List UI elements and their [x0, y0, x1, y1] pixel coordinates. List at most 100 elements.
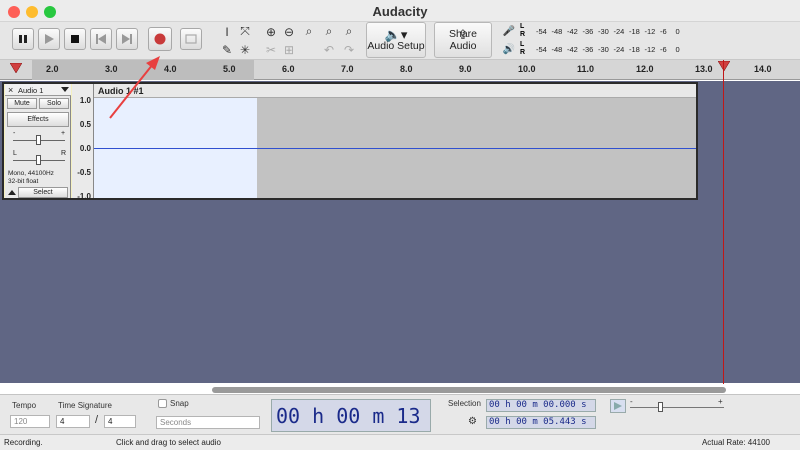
play-at-speed-icon	[614, 402, 622, 410]
audio-setup-button[interactable]: 🔈▾ Audio Setup	[366, 22, 426, 58]
record-button[interactable]	[148, 27, 172, 51]
pan-slider-thumb[interactable]	[36, 155, 41, 165]
zoom-out-icon[interactable]: ⊖	[280, 23, 298, 40]
play-speed-slider[interactable]	[630, 407, 724, 408]
meter-tick: -36	[582, 45, 594, 54]
silence-icon[interactable]: ⊞	[280, 41, 298, 58]
zoom-in-icon[interactable]: ⊕	[262, 23, 280, 40]
pause-button[interactable]	[12, 28, 34, 50]
skip-start-button[interactable]	[90, 28, 112, 50]
select-button[interactable]: Select	[18, 187, 68, 198]
selection-label: Selection	[448, 399, 481, 408]
play-button[interactable]	[38, 28, 60, 50]
fit-selection-icon[interactable]: ⌕	[300, 23, 318, 40]
play-meter-left: L	[520, 41, 525, 48]
ruler-tick: 14.0	[754, 64, 772, 74]
skip-end-button[interactable]	[116, 28, 138, 50]
microphone-icon[interactable]: 🎤	[502, 24, 516, 38]
mute-button[interactable]: Mute	[7, 98, 37, 109]
time-display[interactable]: 00 h 00 m 13 s	[271, 399, 431, 450]
speed-plus-label: +	[718, 397, 723, 406]
meter-tick: -36	[582, 27, 594, 36]
meter-tick: -42	[567, 27, 578, 36]
collapse-icon[interactable]	[8, 190, 16, 195]
selection-tool-icon[interactable]: I	[218, 23, 236, 40]
snap-label: Snap	[170, 399, 189, 408]
envelope-tool-icon[interactable]: ⤧	[236, 23, 254, 40]
track-close-button[interactable]: ×	[8, 85, 13, 95]
status-rate: Actual Rate: 44100	[701, 438, 770, 447]
snap-unit-select[interactable]: Seconds	[156, 416, 260, 429]
play-speed-thumb[interactable]	[658, 402, 663, 412]
waveform[interactable]	[94, 98, 696, 198]
speaker-meter-icon[interactable]: 🔊	[502, 42, 516, 56]
track-control-panel[interactable]: × Audio 1 Mute Solo Effects - + L R Mono…	[5, 84, 71, 198]
title-bar: Audacity	[0, 0, 800, 22]
pan-right-label: R	[61, 150, 67, 157]
meter-tick: -54	[536, 45, 547, 54]
clip-header[interactable]: Audio 1 #1	[94, 84, 696, 98]
fit-project-icon[interactable]: ⌕	[320, 23, 338, 40]
trim-icon[interactable]: ✂	[262, 41, 280, 58]
status-hint: Click and drag to select audio	[116, 438, 221, 447]
record-meter[interactable]: -54 -48 -42 -36 -30 -24 -18 -12 -6 0	[528, 24, 688, 38]
stop-button[interactable]	[64, 28, 86, 50]
ruler-selection	[32, 60, 254, 80]
amplitude-scale[interactable]: 1.0 0.5 0.0 -0.5 -1.0	[72, 84, 94, 201]
meter-tick: -12	[644, 45, 656, 54]
amplitude-tick: -1.0	[77, 192, 91, 201]
ruler-tick: 7.0	[341, 64, 354, 74]
effects-button[interactable]: Effects	[7, 112, 69, 127]
time-signature-denominator[interactable]: 4	[104, 415, 136, 428]
loop-button[interactable]	[180, 28, 202, 50]
meter-tick: -24	[613, 27, 625, 36]
meter-tick: 0	[675, 27, 680, 36]
status-bar: Recording. Click and drag to select audi…	[0, 434, 800, 450]
pan-left-label: L	[13, 150, 17, 157]
meter-tick: -48	[551, 45, 563, 54]
skip-end-icon	[122, 34, 132, 44]
meter-tick: -42	[567, 45, 578, 54]
play-at-speed-button[interactable]	[610, 399, 626, 413]
record-icon	[154, 33, 166, 45]
track-rate-info: Mono, 44100Hz	[8, 170, 54, 177]
track-name[interactable]: Audio 1	[18, 86, 43, 95]
solo-button[interactable]: Solo	[39, 98, 69, 109]
multi-tool-icon[interactable]: ✳	[236, 41, 254, 58]
play-meter-right: R	[520, 49, 526, 56]
record-meter-right: R	[520, 31, 526, 38]
playhead-line	[723, 60, 724, 384]
meter-tick: 0	[675, 45, 680, 54]
zoom-toggle-icon[interactable]: ⌕	[340, 23, 358, 40]
tempo-field[interactable]: 120	[10, 415, 50, 428]
undo-icon[interactable]: ↶	[320, 41, 338, 58]
ruler-tick: 6.0	[282, 64, 295, 74]
time-signature-numerator[interactable]: 4	[56, 415, 90, 428]
skip-start-icon	[96, 34, 106, 44]
draw-tool-icon[interactable]: ✎	[218, 41, 236, 58]
waveform-line	[94, 148, 696, 149]
record-meter-left: L	[520, 23, 525, 30]
horizontal-scrollbar[interactable]	[212, 387, 726, 393]
selection-end-field[interactable]: 00 h 00 m 05.443 s	[486, 416, 596, 429]
audio-track[interactable]: × Audio 1 Mute Solo Effects - + L R Mono…	[2, 82, 698, 201]
tempo-label: Tempo	[12, 401, 37, 410]
share-audio-button[interactable]: ⇪ Share Audio	[434, 22, 492, 58]
gain-slider-thumb[interactable]	[36, 135, 41, 145]
track-menu-icon[interactable]	[61, 87, 69, 92]
meter-tick: -18	[629, 27, 640, 36]
playback-meter[interactable]: -54 -48 -42 -36 -30 -24 -18 -12 -6 0	[528, 42, 688, 56]
time-signature-label: Time Signature	[58, 401, 112, 410]
ruler-tick: 10.0	[518, 64, 536, 74]
snap-checkbox[interactable]	[158, 399, 167, 408]
meter-tick: -6	[660, 27, 667, 36]
ruler-tick: 9.0	[459, 64, 472, 74]
selection-settings-icon[interactable]: ⚙	[468, 416, 477, 427]
track-area[interactable]: × Audio 1 Mute Solo Effects - + L R Mono…	[0, 81, 800, 383]
playhead-marker-icon[interactable]	[718, 61, 730, 71]
playhead-start-icon[interactable]	[10, 63, 22, 73]
timeline-ruler[interactable]: 2.0 3.0 4.0 5.0 6.0 7.0 8.0 9.0 10.0 11.0 12.0 13.0…	[0, 60, 800, 80]
selection-start-field[interactable]: 00 h 00 m 00.000 s	[486, 399, 596, 412]
amplitude-tick: 1.0	[79, 96, 91, 105]
redo-icon[interactable]: ↷	[340, 41, 358, 58]
